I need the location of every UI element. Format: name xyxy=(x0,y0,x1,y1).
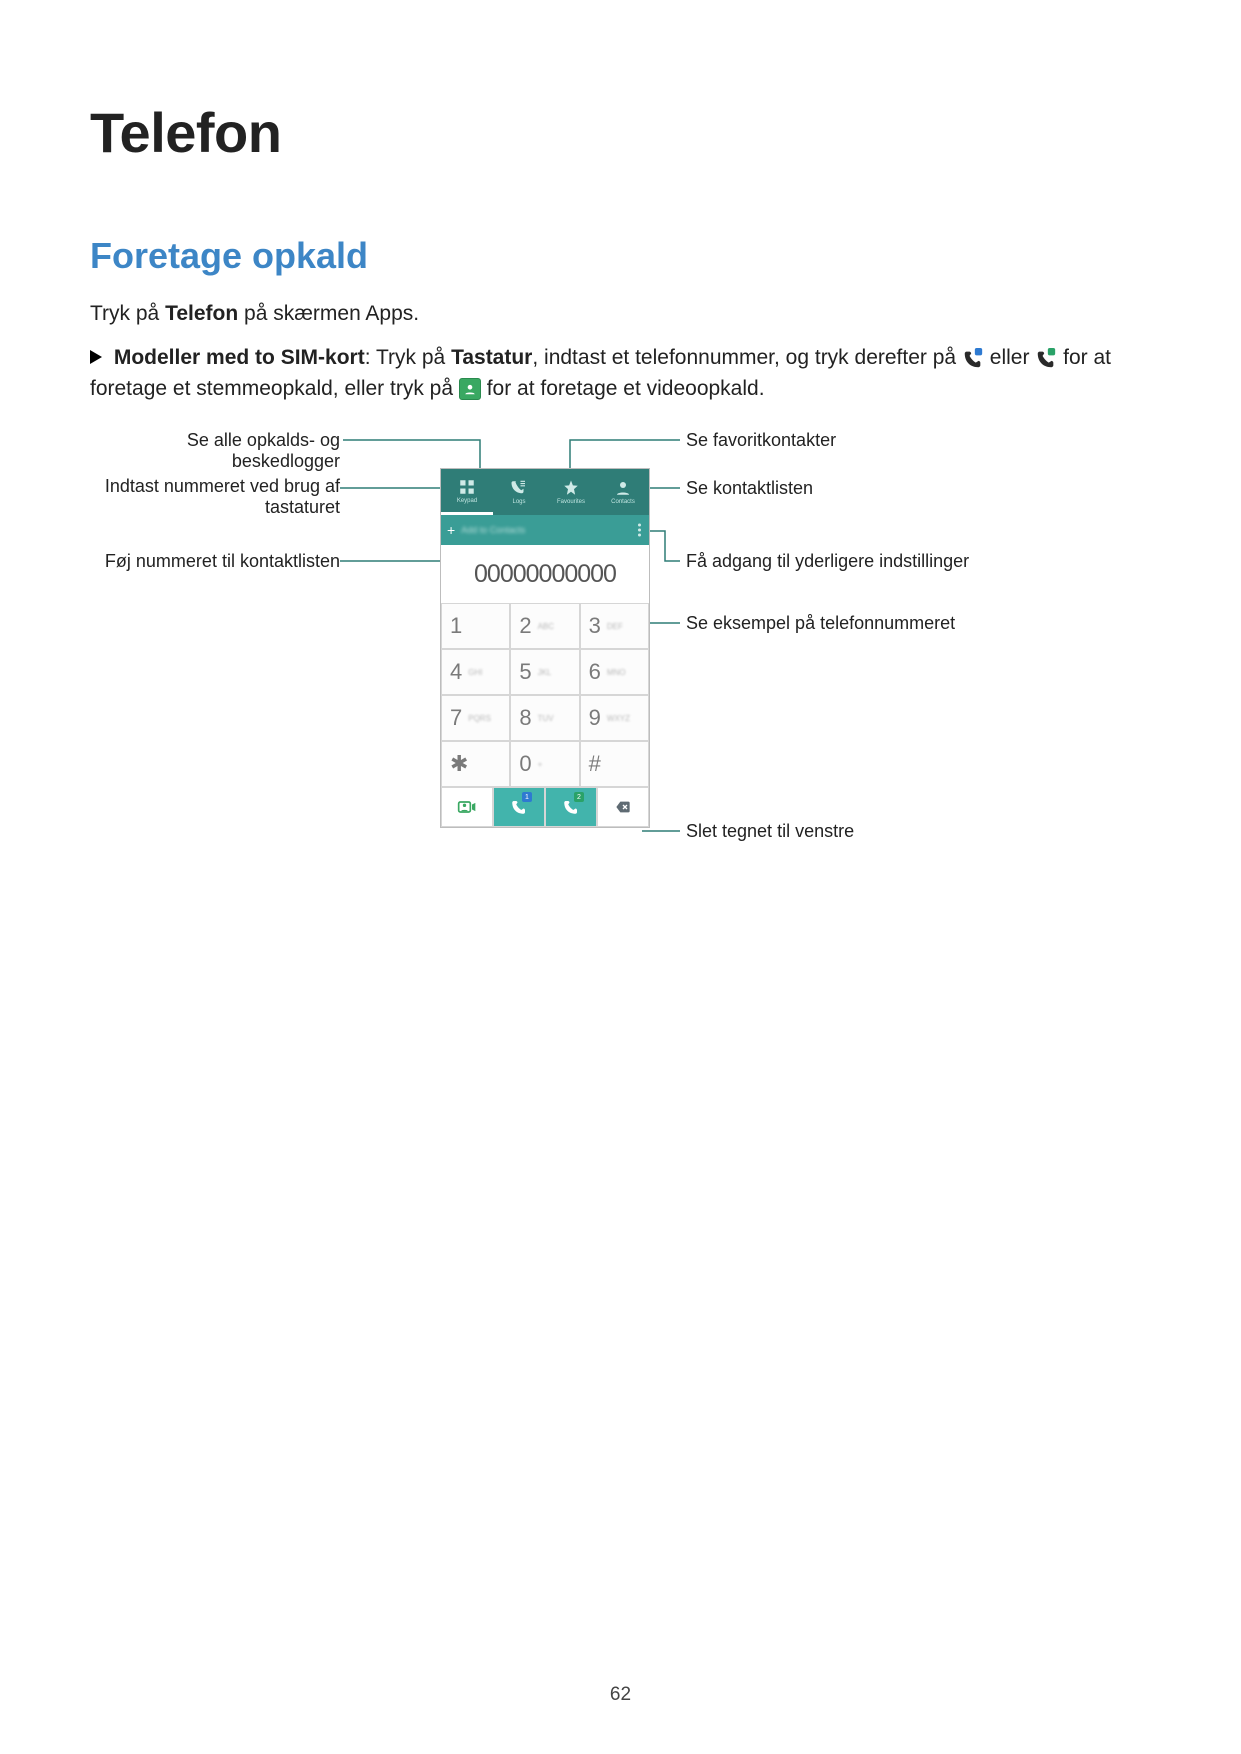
text-bold: Modeller med to SIM-kort xyxy=(114,346,365,369)
key-✱[interactable]: ✱ xyxy=(441,741,510,787)
text-bold: Telefon xyxy=(165,302,238,325)
logs-icon xyxy=(510,479,528,497)
bullet-triangle-icon xyxy=(90,350,102,364)
page-number: 62 xyxy=(0,1684,1241,1706)
action-row: 1 2 xyxy=(441,787,649,827)
contact-icon xyxy=(614,479,632,497)
intro-paragraph: Tryk på Telefon på skærmen Apps. xyxy=(90,299,1151,329)
key-sublabel: + xyxy=(538,760,543,769)
text: på skærmen Apps. xyxy=(238,302,419,325)
key-4[interactable]: 4 GHI xyxy=(441,649,510,695)
key-8[interactable]: 8 TUV xyxy=(510,695,579,741)
key-3[interactable]: 3 DEF xyxy=(580,603,649,649)
key-digit: 5 xyxy=(519,659,531,685)
key-digit: 8 xyxy=(519,705,531,731)
sim2-badge: 2 xyxy=(574,792,584,802)
key-sublabel: ABC xyxy=(538,622,554,631)
key-sublabel: MNO xyxy=(607,668,626,677)
video-call-button[interactable] xyxy=(441,787,493,827)
text: for at foretage et videoopkald. xyxy=(487,377,765,400)
key-sublabel: WXYZ xyxy=(607,714,630,723)
text: , indtast et telefonnummer, og tryk dere… xyxy=(532,346,962,369)
call-sim2-button[interactable]: 2 xyxy=(545,787,597,827)
keypad: 12ABC3DEF4GHI5JKL6MNO7PQRS8TUV9WXYZ✱0+# xyxy=(441,603,649,787)
text: Tryk på xyxy=(90,302,165,325)
key-digit: 6 xyxy=(589,659,601,685)
key-6[interactable]: 6 MNO xyxy=(580,649,649,695)
annotation-backspace: Slet tegnet til venstre xyxy=(686,821,986,842)
keypad-icon xyxy=(458,478,476,496)
video-call-icon xyxy=(457,797,477,817)
key-7[interactable]: 7 PQRS xyxy=(441,695,510,741)
video-call-icon xyxy=(459,378,481,400)
tab-label: Logs xyxy=(512,499,525,505)
text: : Tryk på xyxy=(365,346,451,369)
dual-sim-paragraph: Modeller med to SIM-kort: Tryk på Tastat… xyxy=(90,343,1151,404)
key-sublabel: PQRS xyxy=(468,714,491,723)
key-5[interactable]: 5 JKL xyxy=(510,649,579,695)
section-heading: Foretage opkald xyxy=(90,235,1151,277)
annotation-call-log: Se alle opkalds- og beskedlogger xyxy=(90,430,340,472)
page-title: Telefon xyxy=(90,100,1151,165)
call-sim1-icon xyxy=(962,348,984,370)
key-digit: 3 xyxy=(589,613,601,639)
annotation-favourites: Se favoritkontakter xyxy=(686,430,986,451)
dialer-tabs: Keypad Logs Favourites Contacts xyxy=(441,469,649,515)
key-digit: 1 xyxy=(450,613,462,639)
key-sublabel: JKL xyxy=(538,668,552,677)
tab-favourites[interactable]: Favourites xyxy=(545,469,597,515)
backspace-button[interactable] xyxy=(597,787,649,827)
key-1[interactable]: 1 xyxy=(441,603,510,649)
key-#[interactable]: # xyxy=(580,741,649,787)
key-digit: 4 xyxy=(450,659,462,685)
key-digit: ✱ xyxy=(450,751,468,777)
plus-icon: + xyxy=(447,522,455,538)
text-bold: Tastatur xyxy=(451,346,532,369)
dialer-mock: Keypad Logs Favourites Contacts + Add to… xyxy=(440,468,650,828)
annotation-contacts: Se kontaktlisten xyxy=(686,478,986,499)
key-digit: 9 xyxy=(589,705,601,731)
sim1-badge: 1 xyxy=(522,792,532,802)
tab-label: Contacts xyxy=(611,499,635,505)
tab-contacts[interactable]: Contacts xyxy=(597,469,649,515)
call-sim1-button[interactable]: 1 xyxy=(493,787,545,827)
text: eller xyxy=(990,346,1036,369)
annotation-add-contact: Føj nummeret til kontaktlisten xyxy=(90,551,340,572)
more-options-icon[interactable] xyxy=(638,524,641,537)
key-sublabel: GHI xyxy=(468,668,482,677)
dialer-diagram: Se alle opkalds- og beskedlogger Indtast… xyxy=(90,418,1151,938)
key-sublabel: DEF xyxy=(607,622,623,631)
key-sublabel: TUV xyxy=(538,714,554,723)
annotation-number-preview: Se eksempel på telefonnummeret xyxy=(686,613,1046,634)
add-to-contacts-label: Add to Contacts xyxy=(461,525,525,535)
tab-label: Keypad xyxy=(457,498,477,504)
key-digit: 7 xyxy=(450,705,462,731)
key-0[interactable]: 0+ xyxy=(510,741,579,787)
key-digit: # xyxy=(589,751,601,777)
annotation-keypad: Indtast nummeret ved brug af tastaturet xyxy=(90,476,340,518)
key-digit: 2 xyxy=(519,613,531,639)
tab-keypad[interactable]: Keypad xyxy=(441,469,493,515)
backspace-icon xyxy=(612,799,634,815)
star-icon xyxy=(562,479,580,497)
annotation-options: Få adgang til yderligere indstillinger xyxy=(686,551,986,572)
key-digit: 0 xyxy=(519,751,531,777)
key-2[interactable]: 2 ABC xyxy=(510,603,579,649)
add-to-contacts-row[interactable]: + Add to Contacts xyxy=(441,515,649,545)
key-9[interactable]: 9 WXYZ xyxy=(580,695,649,741)
number-display: 00000000000 xyxy=(441,545,649,603)
call-sim2-icon xyxy=(1035,348,1057,370)
tab-label: Favourites xyxy=(557,499,585,505)
tab-logs[interactable]: Logs xyxy=(493,469,545,515)
